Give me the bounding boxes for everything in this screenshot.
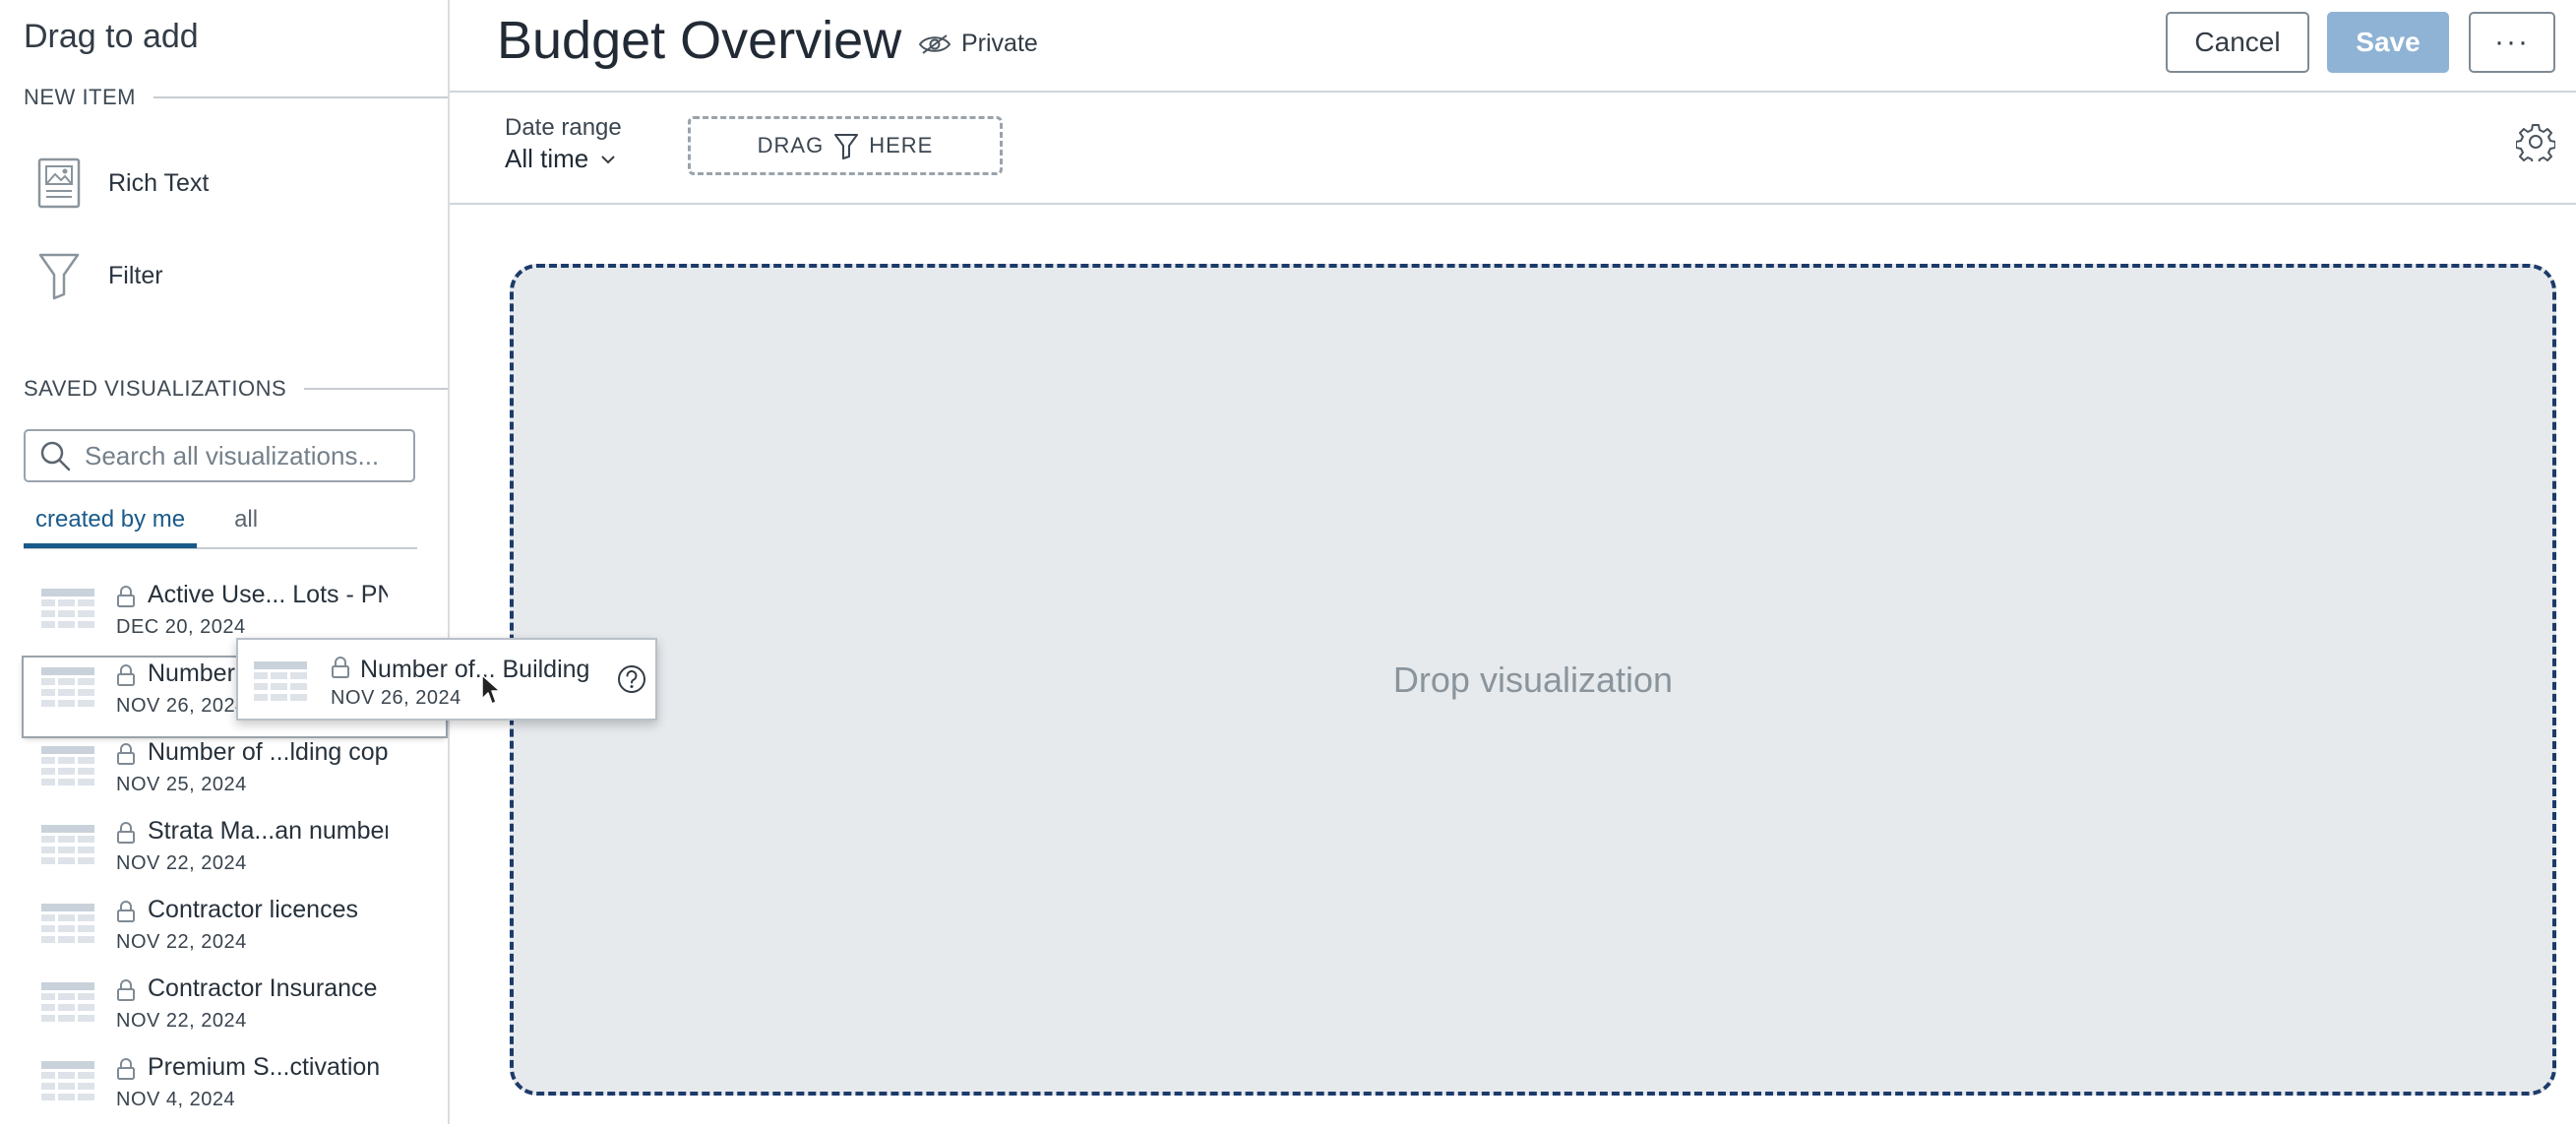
visualization-date: NOV 25, 2024 xyxy=(116,774,247,795)
here-label: HERE xyxy=(869,133,934,157)
visualization-date: NOV 22, 2024 xyxy=(116,931,247,953)
table-icon xyxy=(41,1061,94,1100)
tab-created-by-me[interactable]: created by me xyxy=(24,506,198,548)
visualization-item[interactable]: Strata Ma...an number NOV 22, 2024 xyxy=(0,815,448,894)
drag-label: DRAG xyxy=(757,133,825,157)
gear-icon[interactable] xyxy=(2516,122,2555,161)
eye-off-icon xyxy=(918,33,951,54)
search-box[interactable] xyxy=(24,429,415,482)
more-options-button[interactable]: ··· xyxy=(2469,12,2555,73)
visualization-name: Strata Ma...an number xyxy=(148,817,388,845)
visualization-date: NOV 22, 2024 xyxy=(116,852,247,874)
lock-icon xyxy=(117,979,135,1001)
dashboard-header: Budget Overview Private Cancel Save ··· xyxy=(450,0,2576,93)
table-icon xyxy=(41,667,94,707)
new-item-label: Filter xyxy=(108,261,163,289)
search-input[interactable] xyxy=(83,439,411,472)
lock-icon xyxy=(117,664,135,686)
table-icon xyxy=(41,982,94,1022)
cancel-button[interactable]: Cancel xyxy=(2166,12,2309,73)
page-title[interactable]: Budget Overview xyxy=(497,10,901,71)
visualization-item[interactable]: Contractor Insurance NOV 22, 2024 xyxy=(0,973,448,1051)
visualization-date: DEC 20, 2024 xyxy=(116,616,246,638)
visualization-date: NOV 4, 2024 xyxy=(116,1089,236,1110)
privacy-label: Private xyxy=(961,30,1038,57)
table-icon xyxy=(41,589,94,628)
date-range-label: Date range xyxy=(505,114,622,141)
new-item-filter[interactable]: Filter xyxy=(35,250,163,301)
lock-icon xyxy=(117,822,135,844)
mouse-cursor-icon xyxy=(481,674,501,705)
save-button[interactable]: Save xyxy=(2327,12,2449,73)
saved-visualizations-header: SAVED VISUALIZATIONS xyxy=(24,376,448,402)
table-icon xyxy=(41,904,94,943)
search-icon xyxy=(37,438,73,473)
new-item-label: Rich Text xyxy=(108,168,210,197)
saved-header-label: SAVED VISUALIZATIONS xyxy=(24,376,287,401)
help-icon[interactable] xyxy=(616,663,647,695)
date-range-value: All time xyxy=(505,144,589,173)
visualization-date: NOV 22, 2024 xyxy=(116,1010,247,1032)
visualization-item[interactable]: Number of ...lding cop NOV 25, 2024 xyxy=(0,736,448,815)
lock-icon xyxy=(117,1058,135,1080)
visualization-date: NOV 26, 2024 xyxy=(116,695,247,717)
drag-preview-name: Number of... Building xyxy=(360,656,590,683)
divider xyxy=(304,388,448,390)
lock-icon xyxy=(117,743,135,765)
drag-preview-date: NOV 26, 2024 xyxy=(331,687,461,709)
visualization-name: Contractor Insurance xyxy=(148,974,378,1002)
table-icon xyxy=(41,825,94,864)
sidebar-title: Drag to add xyxy=(24,18,199,55)
new-item-header: NEW ITEM xyxy=(24,85,448,110)
visualization-name: Contractor licences xyxy=(148,896,358,923)
divider xyxy=(153,96,448,98)
filter-drop-target[interactable]: DRAG HERE xyxy=(688,116,1003,175)
visualization-item[interactable]: Contractor licences NOV 22, 2024 xyxy=(0,894,448,973)
chevron-down-icon xyxy=(601,155,615,163)
visualization-name: Number of ...lding cop xyxy=(148,738,388,766)
drag-preview[interactable]: Number of... Building NOV 26, 2024 xyxy=(236,638,657,721)
funnel-icon xyxy=(35,250,83,301)
new-item-header-label: NEW ITEM xyxy=(24,85,136,109)
drop-zone-label: Drop visualization xyxy=(1392,659,1674,700)
visualization-item[interactable]: Premium S...ctivation NOV 4, 2024 xyxy=(0,1051,448,1130)
privacy-toggle[interactable]: Private xyxy=(918,30,1038,58)
visualization-drop-zone[interactable]: Drop visualization xyxy=(510,264,2556,1096)
tab-all[interactable]: all xyxy=(222,506,270,545)
visualization-name: Premium S...ctivation xyxy=(148,1053,381,1081)
visualization-tabs: created by me all xyxy=(24,506,417,549)
table-icon xyxy=(41,746,94,785)
date-range-select[interactable]: All time xyxy=(505,144,616,174)
visualization-name: Active Use... Lots - PN xyxy=(148,581,388,608)
lock-icon xyxy=(117,586,135,607)
lock-icon xyxy=(117,901,135,922)
filter-bar: Date range All time DRAG HERE xyxy=(450,93,2576,205)
table-icon xyxy=(254,661,307,701)
rich-text-icon xyxy=(35,157,83,209)
new-item-rich-text[interactable]: Rich Text xyxy=(35,157,209,209)
funnel-icon xyxy=(834,134,859,159)
sidebar: Drag to add NEW ITEM Rich Text Filter SA… xyxy=(0,0,450,1124)
lock-icon xyxy=(332,657,349,678)
